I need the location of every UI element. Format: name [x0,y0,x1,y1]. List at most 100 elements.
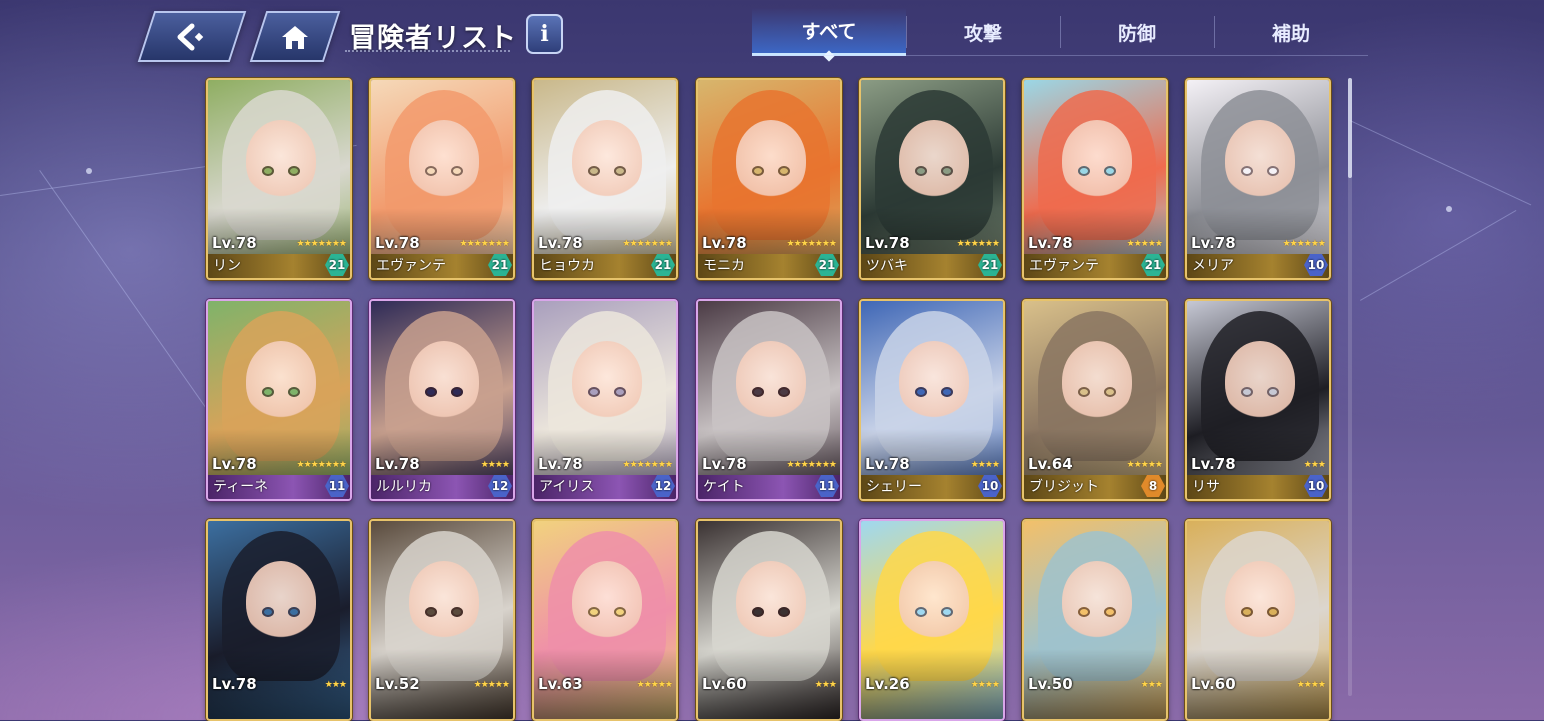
portrait-face [572,120,642,200]
portrait-face [1225,120,1295,200]
adventurer-card[interactable]: Lv.78 ★★★★★★★ リン 21 [206,78,352,280]
character-name: リン [213,258,241,274]
background-line [1349,120,1532,206]
tab-defense[interactable]: 防御 [1060,8,1214,56]
adventurer-card[interactable]: Lv.78 ★★★★★★★ ティーネ 11 [206,299,352,501]
adventurer-card[interactable]: Lv.78 ★★★★ ルルリカ 12 [369,299,515,501]
portrait-eye [451,166,463,176]
rank-badge-value: 21 [1144,258,1162,272]
scrollbar-thumb[interactable] [1348,78,1352,178]
rank-badge-value: 11 [328,479,346,493]
portrait-face [409,561,479,641]
info-button[interactable]: i [526,14,563,54]
adventurer-card[interactable]: Lv.63 ★★★★★ [532,519,678,721]
adventurer-card[interactable]: Lv.78 ★★★★★ エヴァンテ 21 [1022,78,1168,280]
level-label: Lv.78 [212,234,257,252]
portrait-eye [451,607,463,617]
star-rating: ★★★★ [970,460,1000,470]
portrait-eye [451,387,463,397]
tab-label: すべて [801,21,857,43]
rank-badge-value: 12 [654,479,672,493]
tabs-divider [752,55,1368,56]
star-rating: ★★★ [324,680,347,690]
portrait-eye [941,166,953,176]
portrait-eye [288,166,300,176]
star-rating: ★★★★★★ [956,239,1000,249]
adventurer-card[interactable]: Lv.78 ★★★ リサ 10 [1185,299,1331,501]
tab-all[interactable]: すべて [752,8,906,56]
background-dot [1446,206,1452,212]
portrait-eye [778,166,790,176]
adventurer-card[interactable]: Lv.78 ★★★★★★★ モニカ 21 [696,78,842,280]
rank-badge-value: 11 [818,479,836,493]
rank-badge-value: 12 [491,479,509,493]
portrait-face [572,561,642,641]
adventurer-card[interactable]: Lv.78 ★★★★★★★ アイリス 12 [532,299,678,501]
portrait-eye [262,166,274,176]
character-name: シェリー [866,479,922,495]
portrait-eye [614,607,626,617]
star-rating: ★★★★★★★ [786,239,837,249]
portrait-eye [1078,387,1090,397]
tab-label: 攻撃 [963,22,1002,45]
portrait-face [246,561,316,641]
scrollbar[interactable] [1348,78,1352,696]
character-name: ケイト [703,479,745,495]
rank-badge-value: 21 [981,258,999,272]
adventurer-card[interactable]: Lv.78 ★★★★ シェリー 10 [859,299,1005,501]
character-name: エヴァンテ [376,258,446,274]
adventurer-card[interactable]: Lv.52 ★★★★★ [369,519,515,721]
portrait-eye [778,607,790,617]
adventurer-card[interactable]: Lv.78 ★★★★★★ ツバキ 21 [859,78,1005,280]
portrait-eye [752,387,764,397]
level-label: Lv.60 [1191,675,1236,693]
tab-attack[interactable]: 攻撃 [906,8,1060,56]
portrait-eye [1267,387,1279,397]
home-button[interactable] [249,11,341,62]
level-label: Lv.78 [212,675,257,693]
character-name: ヒョウカ [539,258,595,274]
level-label: Lv.78 [865,455,910,473]
home-icon [282,25,308,49]
star-rating: ★★★★★ [636,680,673,690]
background-line [1360,210,1517,301]
rank-badge-value: 10 [1307,479,1325,493]
portrait-eye [1267,166,1279,176]
adventurer-card[interactable]: Lv.64 ★★★★★ ブリジット 8 [1022,299,1168,501]
portrait-eye [588,166,600,176]
adventurer-card[interactable]: Lv.78 ★★★★★★★ ケイト 11 [696,299,842,501]
adventurer-card[interactable]: Lv.78 ★★★★★★★ エヴァンテ 21 [369,78,515,280]
adventurer-card[interactable]: Lv.60 ★★★ [696,519,842,721]
portrait-face [572,341,642,421]
adventurer-card[interactable]: Lv.78 ★★★ [206,519,352,721]
character-name: メリア [1192,258,1234,274]
portrait-eye [588,607,600,617]
portrait-eye [941,387,953,397]
portrait-face [899,561,969,641]
portrait-eye [614,387,626,397]
portrait-eye [1241,166,1253,176]
adventurer-card[interactable]: Lv.26 ★★★★ [859,519,1005,721]
adventurer-card[interactable]: Lv.78 ★★★★★★ メリア 10 [1185,78,1331,280]
character-name: アイリス [539,479,595,495]
character-name: モニカ [703,258,745,274]
level-label: Lv.78 [865,234,910,252]
background-dot [86,168,92,174]
portrait-face [409,120,479,200]
rank-badge-value: 10 [1307,258,1325,272]
star-rating: ★★★★ [1296,680,1326,690]
adventurer-card[interactable]: Lv.50 ★★★ [1022,519,1168,721]
star-rating: ★★★★★★★ [296,239,347,249]
tab-support[interactable]: 補助 [1214,8,1368,56]
portrait-face [246,341,316,421]
back-button[interactable] [137,11,247,62]
portrait-eye [1078,166,1090,176]
level-label: Lv.60 [702,675,747,693]
level-label: Lv.78 [702,234,747,252]
rank-badge-value: 8 [1148,479,1158,493]
level-label: Lv.64 [1028,455,1073,473]
portrait-eye [1078,607,1090,617]
adventurer-card[interactable]: Lv.78 ★★★★★★★ ヒョウカ 21 [532,78,678,280]
adventurer-card[interactable]: Lv.60 ★★★★ [1185,519,1331,721]
portrait-eye [288,607,300,617]
